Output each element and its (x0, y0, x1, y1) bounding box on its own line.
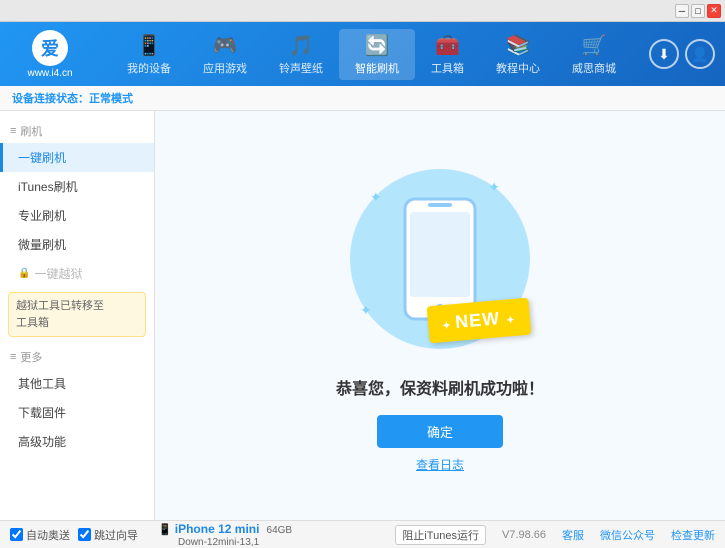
sidebar-item-micro-flash[interactable]: 微量刷机 (0, 230, 154, 259)
nav-bar: 📱 我的设备 🎮 应用游戏 🎵 铃声壁纸 🔄 智能刷机 🧰 工具箱 📚 教程中心… (100, 29, 643, 80)
bottom-right: 阻止iTunes运行 V7.98.66 客服 微信公众号 检查更新 (395, 525, 715, 545)
pro-flash-label: 专业刷机 (18, 209, 66, 223)
sidebar-item-itunes-flash[interactable]: iTunes刷机 (0, 172, 154, 201)
device-info: 📱 iPhone 12 mini 64GB Down-12mini-13,1 (158, 522, 292, 548)
nav-toolbox[interactable]: 🧰 工具箱 (415, 29, 480, 80)
history-link[interactable]: 查看日志 (416, 456, 464, 473)
sidebar-section-jailbreak: 🔒 一键越狱 (0, 259, 154, 288)
sparkle-2: ✦ (488, 179, 500, 196)
auto-send-checkbox-label[interactable]: 自动奥送 (10, 527, 70, 543)
nav-smart-flash[interactable]: 🔄 智能刷机 (339, 29, 415, 80)
apps-games-icon: 🎮 (213, 33, 238, 58)
check-update-link[interactable]: 检查更新 (671, 527, 715, 543)
micro-flash-label: 微量刷机 (18, 238, 66, 252)
sparkle-1: ✦ (370, 189, 382, 206)
sidebar: ≡ 刷机 一键刷机 iTunes刷机 专业刷机 微量刷机 🔒 一键越狱 越狱工具… (0, 111, 155, 520)
tutorial-icon: 📚 (506, 33, 531, 58)
skip-guide-label: 跳过向导 (94, 527, 138, 543)
user-btn[interactable]: 👤 (685, 39, 715, 69)
sidebar-item-one-key-flash[interactable]: 一键刷机 (0, 143, 154, 172)
toolbox-icon: 🧰 (435, 33, 460, 58)
nav-apps-games-label: 应用游戏 (203, 60, 247, 76)
status-bar-top: 设备连接状态：正常模式 (0, 86, 725, 111)
content-area: ✦ ✦ ✦ NEW 恭喜您，保资料刷机成功啦！ 确定 查看日志 (155, 111, 725, 520)
jailbreak-notice-text: 越狱工具已转移至工具箱 (16, 300, 104, 329)
confirm-button[interactable]: 确定 (377, 415, 503, 448)
auto-send-label: 自动奥送 (26, 527, 70, 543)
nav-weisi-store-label: 威思商城 (572, 60, 616, 76)
title-bar: ─ □ ✕ (0, 0, 725, 22)
bottom-bar: 自动奥送 跳过向导 📱 iPhone 12 mini 64GB Down-12m… (0, 520, 725, 548)
success-illustration: ✦ ✦ ✦ NEW (340, 159, 540, 359)
more-section-label: 更多 (20, 349, 42, 365)
nav-my-device[interactable]: 📱 我的设备 (111, 29, 187, 80)
jailbreak-label: 一键越狱 (34, 265, 82, 282)
nav-tutorial-label: 教程中心 (496, 60, 540, 76)
success-message: 恭喜您，保资料刷机成功啦！ (336, 375, 544, 399)
nav-weisi-store[interactable]: 🛒 威思商城 (556, 29, 632, 80)
nav-apps-games[interactable]: 🎮 应用游戏 (187, 29, 263, 80)
minimize-btn[interactable]: ─ (675, 4, 689, 18)
logo-area: 爱 www.i4.cn (0, 30, 100, 79)
bottom-left: 自动奥送 跳过向导 📱 iPhone 12 mini 64GB Down-12m… (10, 522, 292, 548)
sidebar-section-flash: ≡ 刷机 (0, 115, 154, 143)
device-storage: 64GB (267, 525, 293, 536)
device-icon: 📱 (158, 524, 172, 536)
nav-smart-flash-label: 智能刷机 (355, 60, 399, 76)
version-label: V7.98.66 (502, 529, 546, 541)
customer-service-link[interactable]: 客服 (562, 527, 584, 543)
more-section-icon: ≡ (10, 351, 16, 363)
device-name: iPhone 12 mini (175, 522, 260, 536)
sidebar-item-pro-flash[interactable]: 专业刷机 (0, 201, 154, 230)
auto-send-checkbox[interactable] (10, 528, 23, 541)
download-btn[interactable]: ⬇ (649, 39, 679, 69)
maximize-btn[interactable]: □ (691, 4, 705, 18)
sparkle-3: ✦ (360, 302, 372, 319)
status-label: 设备连接状态： (12, 93, 89, 105)
phone-circle: ✦ ✦ ✦ NEW (350, 169, 530, 349)
sidebar-item-advanced[interactable]: 高级功能 (0, 427, 154, 456)
nav-tutorial[interactable]: 📚 教程中心 (480, 29, 556, 80)
flash-section-label: 刷机 (20, 123, 42, 139)
sidebar-section-more: ≡ 更多 (0, 341, 154, 369)
nav-ringtones-label: 铃声壁纸 (279, 60, 323, 76)
nav-my-device-label: 我的设备 (127, 60, 171, 76)
close-btn[interactable]: ✕ (707, 4, 721, 18)
nav-ringtones[interactable]: 🎵 铃声壁纸 (263, 29, 339, 80)
ringtones-icon: 🎵 (289, 33, 314, 58)
lock-icon: 🔒 (18, 268, 30, 279)
main-layout: ≡ 刷机 一键刷机 iTunes刷机 专业刷机 微量刷机 🔒 一键越狱 越狱工具… (0, 111, 725, 520)
new-badge-text: NEW (455, 308, 502, 332)
itunes-stop-label[interactable]: 阻止iTunes运行 (395, 525, 486, 545)
flash-section-icon: ≡ (10, 125, 16, 137)
smart-flash-icon: 🔄 (365, 33, 390, 58)
header: 爱 www.i4.cn 📱 我的设备 🎮 应用游戏 🎵 铃声壁纸 🔄 智能刷机 … (0, 22, 725, 86)
status-value: 正常模式 (89, 93, 133, 105)
other-tools-label: 其他工具 (18, 377, 66, 391)
one-key-flash-label: 一键刷机 (18, 151, 66, 165)
sidebar-item-download-fw[interactable]: 下载固件 (0, 398, 154, 427)
nav-toolbox-label: 工具箱 (431, 60, 464, 76)
skip-guide-checkbox-label[interactable]: 跳过向导 (78, 527, 138, 543)
logo-icon: 爱 (32, 30, 68, 66)
weisi-store-icon: 🛒 (582, 33, 607, 58)
jailbreak-notice: 越狱工具已转移至工具箱 (8, 292, 146, 337)
device-model: Down-12mini-13,1 (178, 537, 259, 548)
itunes-flash-label: iTunes刷机 (18, 180, 78, 194)
advanced-label: 高级功能 (18, 435, 66, 449)
skip-guide-checkbox[interactable] (78, 528, 91, 541)
download-fw-label: 下载固件 (18, 406, 66, 420)
wechat-public-link[interactable]: 微信公众号 (600, 527, 655, 543)
sidebar-item-other-tools[interactable]: 其他工具 (0, 369, 154, 398)
header-right: ⬇ 👤 (643, 39, 725, 69)
logo-site: www.i4.cn (27, 68, 72, 79)
my-device-icon: 📱 (137, 33, 162, 58)
